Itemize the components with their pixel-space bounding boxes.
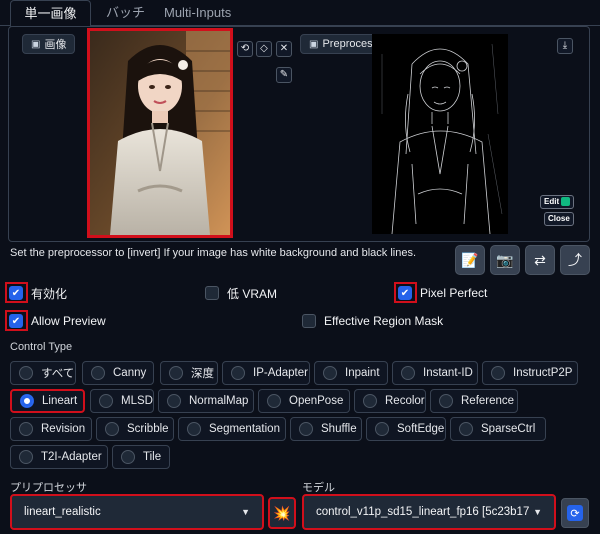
radio-icon xyxy=(491,366,505,380)
send-dimensions-button[interactable]: ⤴ xyxy=(560,245,590,275)
camera-icon: 📷 xyxy=(496,251,514,268)
model-select[interactable]: control_v11p_sd15_lineart_fp16 [5c23b17 … xyxy=(302,494,556,530)
close-icon[interactable]: ✕ xyxy=(276,41,292,57)
edit-button[interactable]: Edit xyxy=(540,195,575,209)
input-image[interactable] xyxy=(87,28,233,238)
allow-preview-checkbox[interactable]: ✔ Allow Preview xyxy=(9,311,106,331)
control-type-option[interactable]: Tile xyxy=(112,445,170,469)
chevron-down-icon: ▼ xyxy=(533,507,542,517)
radio-icon xyxy=(19,366,33,380)
image-icon: ▣ xyxy=(31,38,41,50)
chevron-down-icon: ▼ xyxy=(241,507,250,517)
webcam-button[interactable]: 📷 xyxy=(490,245,520,275)
notepad-icon: 📝 xyxy=(461,251,479,268)
lineart-preview-art xyxy=(381,43,503,234)
radio-icon xyxy=(105,422,119,436)
control-type-option-selected[interactable]: Lineart xyxy=(10,389,85,413)
create-canvas-button[interactable]: 📝 xyxy=(455,245,485,275)
control-type-option[interactable]: Shuffle xyxy=(290,417,362,441)
model-label: モデル xyxy=(302,482,335,494)
control-type-option[interactable]: T2I-Adapter xyxy=(10,445,108,469)
refresh-icon: ⟳ xyxy=(567,505,583,521)
radio-icon xyxy=(299,422,313,436)
input-image-art xyxy=(90,31,230,235)
explosion-icon: 💥 xyxy=(273,504,291,521)
edit-icon xyxy=(561,197,571,207)
control-type-option[interactable]: Revision xyxy=(10,417,92,441)
tab-bar: 単一画像 バッチ Multi-Inputs xyxy=(0,0,600,27)
radio-icon xyxy=(363,394,377,408)
control-type-option[interactable]: Canny xyxy=(82,361,154,385)
radio-icon xyxy=(91,366,105,380)
radio-icon xyxy=(19,422,33,436)
effective-region-mask-checkbox[interactable]: Effective Region Mask xyxy=(302,311,443,331)
radio-icon xyxy=(401,366,415,380)
enable-checkbox[interactable]: ✔ 有効化 xyxy=(9,283,67,303)
image-icon: ▣ xyxy=(309,38,319,50)
control-type-option[interactable]: SoftEdge xyxy=(366,417,446,441)
control-type-option[interactable]: IP-Adapter xyxy=(222,361,310,385)
radio-icon xyxy=(167,394,181,408)
control-type-option[interactable]: Instant-ID xyxy=(392,361,478,385)
control-type-option[interactable]: Reference xyxy=(430,389,518,413)
radio-icon xyxy=(375,422,389,436)
control-type-option[interactable]: OpenPose xyxy=(258,389,350,413)
radio-icon xyxy=(99,394,113,408)
run-preprocessor-button[interactable]: 💥 xyxy=(268,497,296,529)
undo-icon[interactable]: ⟲ xyxy=(237,41,253,57)
control-type-option[interactable]: NormalMap xyxy=(158,389,254,413)
refresh-models-button[interactable]: ⟳ xyxy=(561,498,589,528)
tab-multi-inputs[interactable]: Multi-Inputs xyxy=(164,0,231,26)
radio-selected-icon xyxy=(20,394,34,408)
tab-batch[interactable]: バッチ xyxy=(106,0,145,26)
control-type-option[interactable]: Recolor xyxy=(354,389,426,413)
control-type-option[interactable]: InstructP2P xyxy=(482,361,578,385)
control-type-option[interactable]: MLSD xyxy=(90,389,154,413)
radio-icon xyxy=(169,366,183,380)
preprocessor-label: プリプロセッサ xyxy=(10,482,87,494)
checkmark-icon: ✔ xyxy=(9,314,23,328)
low-vram-checkbox[interactable]: 低 VRAM xyxy=(205,283,277,303)
radio-icon xyxy=(187,422,201,436)
control-type-option[interactable]: 深度 xyxy=(160,361,218,385)
brush-icon[interactable]: ✎ xyxy=(276,67,292,83)
control-type-option[interactable]: Scribble xyxy=(96,417,174,441)
eraser-icon[interactable]: ◇ xyxy=(256,41,272,57)
curved-arrow-icon: ⤴ xyxy=(568,252,582,268)
mirror-button[interactable]: ⇄ xyxy=(525,245,555,275)
checkbox-empty-icon xyxy=(302,314,316,328)
radio-icon xyxy=(459,422,473,436)
radio-icon xyxy=(439,394,453,408)
radio-icon xyxy=(121,450,135,464)
swap-arrows-icon: ⇄ xyxy=(534,251,546,268)
checkmark-icon: ✔ xyxy=(398,286,412,300)
radio-icon xyxy=(19,450,33,464)
preprocessor-preview-image xyxy=(372,34,508,234)
control-type-label: Control Type xyxy=(10,341,73,353)
radio-icon xyxy=(323,366,337,380)
control-type-option[interactable]: SparseCtrl xyxy=(450,417,546,441)
download-icon[interactable]: ⤓ xyxy=(557,38,573,54)
checkmark-icon: ✔ xyxy=(9,286,23,300)
radio-icon xyxy=(231,366,245,380)
invert-tip: Set the preprocessor to [invert] If your… xyxy=(10,247,416,259)
input-image-label: ▣ 画像 xyxy=(22,34,76,54)
preprocessor-select[interactable]: lineart_realistic ▼ xyxy=(10,494,264,530)
control-type-option[interactable]: Inpaint xyxy=(314,361,388,385)
control-type-option[interactable]: Segmentation xyxy=(178,417,286,441)
close-button[interactable]: Close xyxy=(544,212,574,226)
radio-icon xyxy=(267,394,281,408)
control-type-option[interactable]: すべて xyxy=(10,361,76,385)
checkbox-empty-icon xyxy=(205,286,219,300)
tab-single-image[interactable]: 単一画像 xyxy=(10,0,91,27)
pixel-perfect-checkbox[interactable]: ✔ Pixel Perfect xyxy=(398,283,487,303)
